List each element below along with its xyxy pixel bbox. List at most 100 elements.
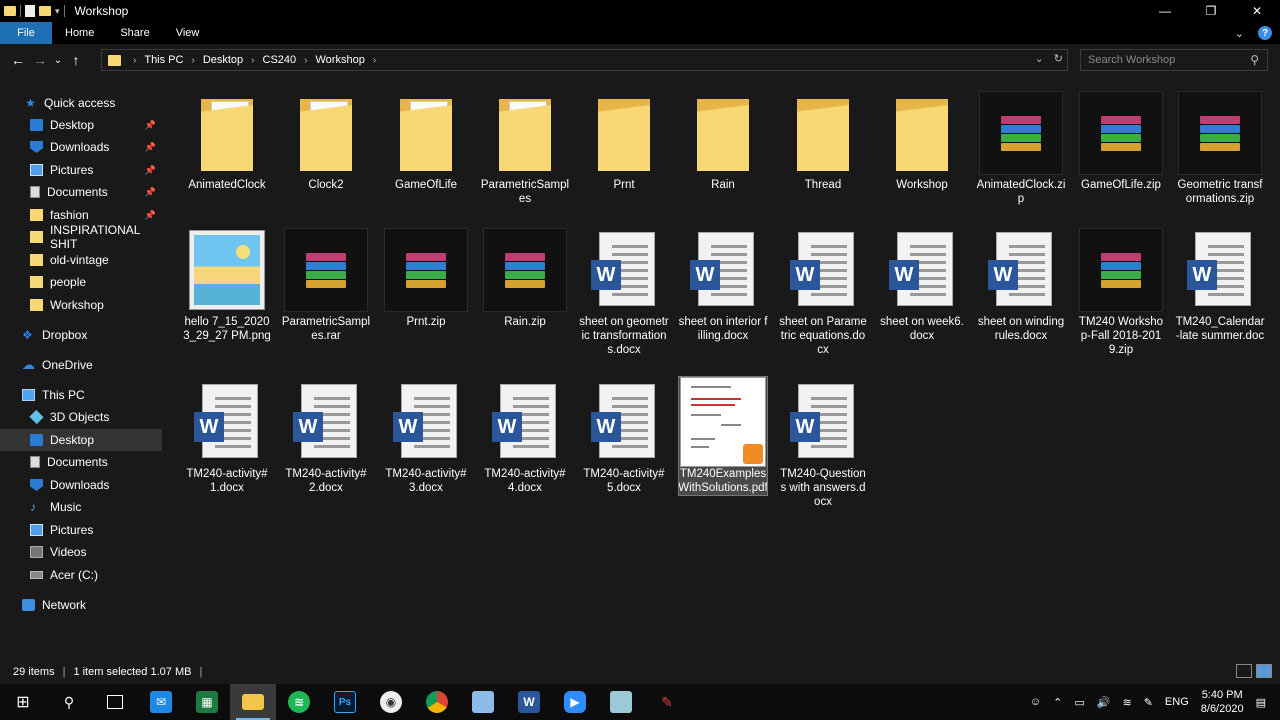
chevron-right-icon[interactable]: › <box>369 55 380 66</box>
file-item[interactable]: Wsheet on interior filling.docx <box>679 225 767 343</box>
sidebar-item-downloads[interactable]: Downloads 📌 <box>0 136 162 158</box>
search-box[interactable]: ⚲ <box>1080 49 1268 71</box>
sidebar-item-people[interactable]: people <box>0 271 162 293</box>
breadcrumb-desktop[interactable]: Desktop <box>199 54 247 66</box>
3d-app[interactable] <box>460 684 506 720</box>
large-icons-view-icon[interactable] <box>1256 664 1272 678</box>
breadcrumb-cs240[interactable]: CS240 <box>259 54 301 66</box>
file-item[interactable]: GameOfLife.zip <box>1077 88 1165 192</box>
breadcrumb-this-pc[interactable]: This PC <box>140 54 187 66</box>
file-item[interactable]: W TM240_Calendar-late summer.doc <box>1176 225 1264 343</box>
chevron-right-icon[interactable]: › <box>247 55 258 66</box>
sidebar-item-videos[interactable]: Videos <box>0 541 162 563</box>
sidebar-item-onedrive[interactable]: ☁ OneDrive <box>0 354 162 376</box>
sidebar-item-desktop[interactable]: Desktop 📌 <box>0 114 162 136</box>
sidebar-item-workshop[interactable]: Workshop <box>0 294 162 316</box>
folder-item[interactable]: Clock2 <box>282 88 370 192</box>
address-bar[interactable]: › This PC › Desktop › CS240 › Workshop ›… <box>101 49 1068 71</box>
file-item[interactable]: Wsheet on Parametric equations.docx <box>779 225 867 357</box>
sidebar-item-pc-documents[interactable]: Documents <box>0 451 162 473</box>
file-item[interactable]: W TM240-activity#4.docx <box>481 377 569 495</box>
sidebar-item-old-vintage[interactable]: old-vintage <box>0 249 162 271</box>
file-item[interactable]: Wsheet on winding rules.docx <box>977 225 1065 343</box>
chevron-right-icon[interactable]: › <box>129 55 140 66</box>
start-button[interactable]: ⊞ <box>0 684 46 720</box>
volume-icon[interactable]: 🔊 <box>1097 696 1111 709</box>
language-indicator[interactable]: ENG <box>1165 696 1189 708</box>
sidebar-item-pc-pictures[interactable]: Pictures <box>0 519 162 541</box>
sidebar-item-music[interactable]: ♪ Music <box>0 496 162 518</box>
notes-app[interactable] <box>598 684 644 720</box>
forward-arrow-icon[interactable]: → <box>29 49 51 71</box>
task-view-button[interactable] <box>92 684 138 720</box>
file-item[interactable]: Rain.zip <box>481 225 569 329</box>
chevron-right-icon[interactable]: › <box>300 55 311 66</box>
folder-item[interactable]: AnimatedClock <box>183 88 271 192</box>
sidebar-item-3d-objects[interactable]: 3D Objects <box>0 406 162 428</box>
expand-ribbon-icon[interactable]: ⌄ <box>1235 27 1244 40</box>
file-item[interactable]: ParametricSamples.rar <box>282 225 370 343</box>
file-item[interactable]: W TM240-activity#5.docx <box>580 377 668 495</box>
battery-icon[interactable]: ▭ <box>1074 696 1084 709</box>
zoom-app[interactable]: ▶ <box>552 684 598 720</box>
help-icon[interactable]: ? <box>1258 26 1272 40</box>
properties-icon[interactable] <box>25 5 35 17</box>
search-input[interactable] <box>1088 54 1238 66</box>
back-arrow-icon[interactable]: ← <box>7 49 29 71</box>
details-view-icon[interactable] <box>1236 664 1252 678</box>
file-item[interactable]: Wsheet on week6.docx <box>878 225 966 343</box>
sidebar-item-quick-access[interactable]: ★ Quick access <box>0 92 162 114</box>
folder-item[interactable]: Thread <box>779 88 867 192</box>
file-explorer-app[interactable] <box>230 684 276 720</box>
excel-app[interactable]: ▦ <box>184 684 230 720</box>
up-arrow-icon[interactable]: ↑ <box>65 49 87 71</box>
sidebar-item-network[interactable]: Network <box>0 594 162 616</box>
search-icon[interactable]: ⚲ <box>1250 53 1259 67</box>
chevron-right-icon[interactable]: › <box>187 55 198 66</box>
notifications-icon[interactable]: ▤ <box>1256 696 1266 709</box>
close-button[interactable]: ✕ <box>1234 0 1280 22</box>
refresh-icon[interactable]: ↻ <box>1054 52 1063 65</box>
chrome-app[interactable] <box>414 684 460 720</box>
wifi-icon[interactable]: ≋ <box>1122 696 1131 709</box>
file-item[interactable]: W TM240-activity#1.docx <box>183 377 271 495</box>
spotify-app[interactable]: ≋ <box>276 684 322 720</box>
restore-button[interactable]: ❐ <box>1188 0 1234 22</box>
file-item[interactable]: TM240 Workshop-Fall 2018-2019.zip <box>1077 225 1165 357</box>
tab-share[interactable]: Share <box>107 22 162 44</box>
folder-item[interactable]: Workshop <box>878 88 966 192</box>
sidebar-item-documents[interactable]: Documents 📌 <box>0 181 162 203</box>
file-item[interactable]: W TM240-activity#3.docx <box>382 377 470 495</box>
sidebar-item-drive-c[interactable]: Acer (C:) <box>0 564 162 586</box>
media-player-app[interactable]: ◉ <box>368 684 414 720</box>
chevron-up-icon[interactable]: ⌃ <box>1053 696 1062 709</box>
tab-file[interactable]: File <box>0 22 52 44</box>
file-item[interactable]: Geometric transformations.zip <box>1176 88 1264 206</box>
new-folder-icon[interactable] <box>39 6 51 16</box>
breadcrumb-workshop[interactable]: Workshop <box>312 54 369 66</box>
sidebar-item-dropbox[interactable]: ❖ Dropbox <box>0 324 162 346</box>
sidebar-item-pc-desktop[interactable]: Desktop <box>0 429 162 451</box>
customize-toolbar-icon[interactable]: ▾ <box>55 6 60 17</box>
folder-item[interactable]: Rain <box>679 88 767 192</box>
sidebar-item-pictures[interactable]: Pictures 📌 <box>0 159 162 181</box>
mail-app[interactable]: ✉ <box>138 684 184 720</box>
sidebar-item-inspirational[interactable]: INSPIRATIONAL SHIT <box>0 223 162 251</box>
minimize-button[interactable]: — <box>1142 0 1188 22</box>
chevron-down-icon[interactable]: ⌄ <box>1035 52 1044 65</box>
folder-item[interactable]: Prnt <box>580 88 668 192</box>
file-item[interactable]: W TM240-activity#2.docx <box>282 377 370 495</box>
folder-item[interactable]: GameOfLife <box>382 88 470 192</box>
tab-home[interactable]: Home <box>52 22 107 44</box>
file-item[interactable]: Prnt.zip <box>382 225 470 329</box>
sidebar-item-this-pc[interactable]: This PC <box>0 384 162 406</box>
clock[interactable]: 5:40 PM 8/6/2020 <box>1201 688 1244 716</box>
folder-item[interactable]: ParametricSamples <box>481 88 569 206</box>
word-app[interactable]: W <box>506 684 552 720</box>
recent-locations-icon[interactable]: ⌄ <box>51 49 65 71</box>
paint-app[interactable]: ✎ <box>644 684 690 720</box>
file-item[interactable]: hello 7_15_2020 3_29_27 PM.png <box>183 225 271 343</box>
file-item[interactable]: TM240ExamplesWithSolutions.pdf <box>678 376 768 496</box>
search-button[interactable]: ⚲ <box>46 684 92 720</box>
photoshop-app[interactable]: Ps <box>322 684 368 720</box>
